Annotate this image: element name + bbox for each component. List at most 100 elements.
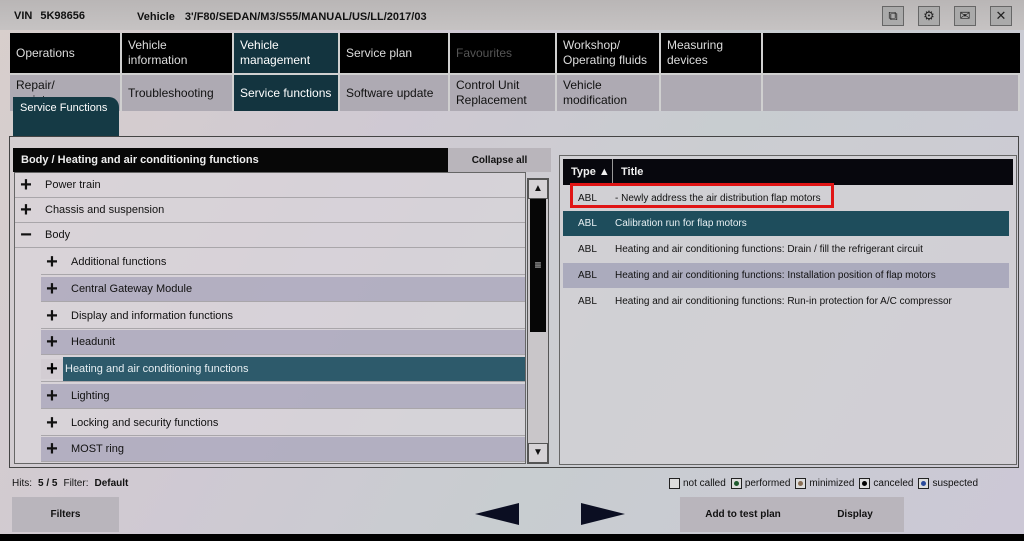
tree-item[interactable]: + Lighting: [41, 384, 525, 409]
vin-value: 5K98656: [40, 10, 85, 22]
tree-item[interactable]: + Display and information functions: [41, 304, 525, 329]
vehicle-display: Vehicle 3'/F80/SEDAN/M3/S55/MANUAL/US/LL/…: [137, 11, 427, 23]
tree-item[interactable]: + Additional functions: [41, 250, 525, 275]
tab-workshop-operating-fluids[interactable]: Workshop/ Operating fluids: [557, 33, 661, 73]
tab-control-unit-replacement[interactable]: Control Unit Replacement: [450, 73, 557, 111]
legend-performed: performed: [730, 478, 790, 489]
ista-window: VIN 5K98656 Vehicle 3'/F80/SEDAN/M3/S55/MA…: [0, 0, 1024, 541]
tree-item[interactable]: − Body: [15, 223, 525, 248]
legend-label: minimized: [809, 478, 855, 489]
mail-icon[interactable]: ✉: [954, 6, 976, 26]
collapse-all-button[interactable]: Collapse all: [448, 148, 551, 172]
tab-service-plan[interactable]: Service plan: [340, 33, 450, 73]
tab-operations[interactable]: Operations: [10, 33, 122, 73]
tab-service-functions[interactable]: Service functions: [234, 73, 340, 111]
tab-favourites[interactable]: Favourites: [450, 33, 557, 73]
expand-icon[interactable]: +: [41, 306, 63, 326]
status-legend: not called performed minimized canceled …: [669, 478, 978, 489]
row-type: ABL: [578, 244, 597, 255]
column-header-title[interactable]: Title: [613, 166, 643, 178]
expand-icon[interactable]: +: [41, 386, 63, 406]
filters-button[interactable]: Filters: [12, 497, 119, 532]
screen-bezel: [0, 534, 1024, 541]
legend-label: canceled: [873, 478, 914, 489]
section-tab-service-functions[interactable]: Service Functions: [13, 97, 119, 137]
tree-item[interactable]: + Power train: [15, 173, 525, 198]
expand-icon[interactable]: +: [41, 279, 63, 299]
legend-minimized: minimized: [795, 478, 854, 489]
tab-vehicle-information[interactable]: Vehicle information: [122, 33, 234, 73]
previous-arrow-icon[interactable]: [475, 503, 519, 525]
tab-measuring-devices[interactable]: Measuring devices: [661, 33, 763, 73]
tree-item[interactable]: + Locking and security functions: [41, 411, 525, 436]
row-type: ABL: [578, 270, 597, 281]
table-row[interactable]: ABL Heating and air conditioning functio…: [563, 237, 1009, 262]
status-icon: [795, 478, 807, 489]
expand-icon[interactable]: +: [41, 439, 63, 459]
tree-item-selected[interactable]: + Heating and air conditioning functions: [41, 357, 525, 382]
row-type: ABL: [578, 296, 597, 307]
tree-item-label: Power train: [45, 179, 101, 191]
tree-item[interactable]: + Chassis and suspension: [15, 198, 525, 223]
scroll-down-icon[interactable]: ▼: [528, 443, 548, 463]
add-to-test-plan-button[interactable]: Add to test plan: [680, 497, 806, 532]
tree-breadcrumb: Body / Heating and air conditioning func…: [13, 148, 448, 172]
collapse-icon[interactable]: −: [15, 225, 37, 245]
table-row-selected[interactable]: ABL Calibration run for flap motors: [563, 211, 1009, 236]
gear-icon[interactable]: ⚙: [918, 6, 940, 26]
tree-item-label: Headunit: [71, 336, 116, 348]
nav-row-primary: Operations Vehicle information Vehicle m…: [10, 33, 1020, 73]
scroll-up-icon[interactable]: ▲: [528, 179, 548, 199]
row-title: Heating and air conditioning functions: …: [615, 270, 936, 281]
expand-icon[interactable]: +: [41, 252, 63, 272]
row-title: Calibration run for flap motors: [615, 218, 747, 229]
hits-label: Hits:: [12, 478, 32, 489]
expand-icon[interactable]: +: [41, 359, 63, 379]
tree-item-label: Chassis and suspension: [45, 204, 165, 216]
tree-item-label: Heating and air conditioning functions: [63, 357, 525, 381]
tab-empty-1: [661, 73, 763, 111]
tab-software-update[interactable]: Software update: [340, 73, 450, 111]
next-arrow-icon[interactable]: [581, 503, 625, 525]
column-header-type[interactable]: Type ▲: [563, 159, 613, 185]
tab-vehicle-management[interactable]: Vehicle management: [234, 33, 340, 73]
tree-item[interactable]: + MOST ring: [41, 437, 525, 462]
tab-empty-2: [763, 73, 1020, 111]
row-type: ABL: [578, 218, 597, 229]
legend-label: not called: [683, 478, 726, 489]
display-button[interactable]: Display: [806, 497, 904, 532]
row-title: Heating and air conditioning functions: …: [615, 244, 923, 255]
row-title: Heating and air conditioning functions: …: [615, 296, 952, 307]
legend-suspected: suspected: [918, 478, 978, 489]
close-icon[interactable]: ✕: [990, 6, 1012, 26]
expand-icon[interactable]: +: [15, 175, 37, 195]
tree-item-label: Body: [45, 229, 71, 241]
table-header: Type ▲ Title: [563, 159, 1013, 185]
vin-display: VIN 5K98656: [14, 10, 85, 22]
legend-not-called: not called: [669, 478, 726, 489]
filter-label: Filter:: [63, 478, 89, 489]
status-icon: [918, 478, 930, 489]
header-bar: VIN 5K98656 Vehicle 3'/F80/SEDAN/M3/S55/MA…: [0, 0, 1024, 30]
expand-icon[interactable]: +: [41, 413, 63, 433]
tree-item-label: Display and information functions: [71, 310, 234, 322]
tree-scrollbar[interactable]: ▲ ≡ ▼: [527, 178, 549, 464]
tree-item-label: Lighting: [71, 390, 110, 402]
status-icon: [859, 478, 871, 489]
expand-icon[interactable]: +: [41, 332, 63, 352]
table-row[interactable]: ABL Heating and air conditioning functio…: [563, 289, 1009, 314]
table-row[interactable]: ABL Heating and air conditioning functio…: [563, 263, 1009, 288]
copy-icon[interactable]: ⧉: [882, 6, 904, 26]
red-highlight-box: [570, 183, 834, 208]
status-icon: [730, 478, 742, 489]
vehicle-value: 3'/F80/SEDAN/M3/S55/MANUAL/US/LL/2017/03: [184, 11, 427, 23]
tab-troubleshooting[interactable]: Troubleshooting: [122, 73, 234, 111]
nav-row-secondary: Repair/ maintenance Troubleshooting Serv…: [10, 73, 1020, 111]
tree-item[interactable]: + Headunit: [41, 330, 525, 355]
scroll-thumb[interactable]: ≡: [530, 199, 546, 332]
tree-item[interactable]: + Central Gateway Module: [41, 277, 525, 302]
expand-icon[interactable]: +: [15, 200, 37, 220]
tree-item-label: Central Gateway Module: [71, 283, 193, 295]
tree-item-label: Additional functions: [71, 256, 167, 268]
tab-vehicle-modification[interactable]: Vehicle modification: [557, 73, 661, 111]
